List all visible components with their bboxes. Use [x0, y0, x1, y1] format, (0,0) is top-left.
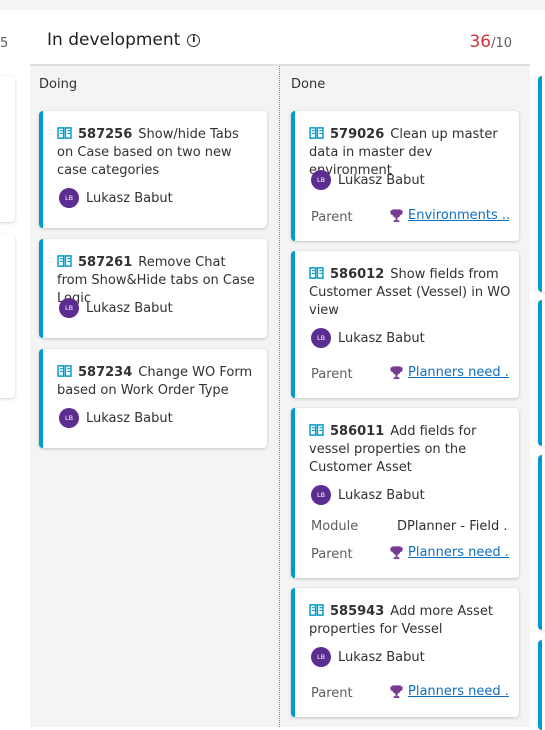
module-label: Module	[311, 519, 359, 534]
work-item-id: 585943	[330, 604, 385, 619]
parent-label: Parent	[311, 686, 353, 701]
work-item-card[interactable]: 587261 Remove Chat from Show&Hide tabs on…	[39, 239, 267, 338]
assignee-name: Lukasz Babut	[86, 190, 173, 206]
work-item-card[interactable]: 587256 Show/hide Tabs on Case based on tw…	[39, 111, 267, 228]
avatar: LB	[59, 298, 79, 318]
previous-column-card[interactable]	[0, 76, 15, 222]
parent-link[interactable]: Planners need ...	[389, 365, 509, 380]
next-column-card[interactable]	[538, 455, 545, 630]
parent-link[interactable]: Environments ...	[389, 208, 509, 223]
previous-column-count: 5	[0, 36, 9, 51]
work-item-card[interactable]: 587234 Change WO Form based on Work Order…	[39, 349, 267, 448]
wip-limit-value: /10	[491, 36, 512, 51]
user-story-icon	[309, 267, 324, 279]
trophy-icon	[390, 546, 403, 560]
wip-limit: 36/10	[469, 32, 512, 52]
assignee-name: Lukasz Babut	[338, 487, 425, 503]
avatar: LB	[311, 328, 331, 348]
parent-link-text[interactable]: Environments ...	[408, 208, 509, 223]
info-icon[interactable]: i	[187, 33, 201, 47]
avatar: LB	[59, 188, 79, 208]
work-item-id: 586011	[330, 424, 385, 439]
user-story-icon	[57, 365, 72, 377]
assignee[interactable]: LB Lukasz Babut	[59, 298, 173, 318]
parent-label: Parent	[311, 547, 353, 562]
trophy-icon	[390, 685, 403, 699]
parent-link-text[interactable]: Planners need ...	[408, 365, 509, 380]
trophy-icon	[390, 209, 403, 223]
parent-link-text[interactable]: Planners need ...	[408, 545, 509, 560]
assignee-name: Lukasz Babut	[338, 330, 425, 346]
avatar: LB	[59, 408, 79, 428]
parent-label: Parent	[311, 367, 353, 382]
next-column-card[interactable]	[538, 300, 545, 446]
work-item-id: 587234	[78, 365, 133, 380]
card-title[interactable]: 586011 Add fields for vessel properties o…	[309, 423, 511, 477]
assignee[interactable]: LB Lukasz Babut	[59, 188, 173, 208]
avatar: LB	[311, 485, 331, 505]
avatar: LB	[311, 170, 331, 190]
column-header: In development i	[47, 30, 201, 50]
work-item-card[interactable]: 585943 Add more Asset properties for Vess…	[291, 588, 519, 717]
parent-link[interactable]: Planners need ...	[389, 545, 509, 560]
user-story-icon	[57, 255, 72, 267]
lane-divider	[279, 66, 280, 727]
card-title[interactable]: 585943 Add more Asset properties for Vess…	[309, 603, 511, 639]
assignee-name: Lukasz Babut	[338, 649, 425, 665]
module-value[interactable]: DPlanner - Field ...	[397, 519, 509, 534]
user-story-icon	[309, 127, 324, 139]
assignee[interactable]: LB Lukasz Babut	[311, 170, 425, 190]
assignee-name: Lukasz Babut	[86, 300, 173, 316]
lane-label-done: Done	[291, 77, 326, 92]
assignee[interactable]: LB Lukasz Babut	[311, 485, 425, 505]
card-title[interactable]: 587234 Change WO Form based on Work Order…	[57, 364, 259, 400]
assignee[interactable]: LB Lukasz Babut	[311, 328, 425, 348]
parent-link[interactable]: Planners need ...	[389, 684, 509, 699]
assignee[interactable]: LB Lukasz Babut	[59, 408, 173, 428]
card-title[interactable]: 586012 Show fields from Customer Asset (V…	[309, 266, 511, 320]
column-title: In development	[47, 30, 181, 50]
work-item-card[interactable]: 586011 Add fields for vessel properties o…	[291, 408, 519, 578]
lane-label-doing: Doing	[39, 77, 78, 92]
assignee-name: Lukasz Babut	[86, 410, 173, 426]
trophy-icon	[390, 366, 403, 380]
card-title[interactable]: 587256 Show/hide Tabs on Case based on tw…	[57, 126, 259, 180]
work-item-id: 586012	[330, 267, 385, 282]
user-story-icon	[309, 424, 324, 436]
avatar: LB	[311, 647, 331, 667]
work-item-id: 587256	[78, 127, 133, 142]
work-item-card[interactable]: 579026 Clean up master data in master dev…	[291, 111, 519, 241]
parent-label: Parent	[311, 210, 353, 225]
work-item-card[interactable]: 586012 Show fields from Customer Asset (V…	[291, 251, 519, 398]
user-story-icon	[309, 604, 324, 616]
top-strip	[0, 0, 545, 10]
parent-link-text[interactable]: Planners need ...	[408, 684, 509, 699]
work-item-id: 587261	[78, 255, 133, 270]
assignee-name: Lukasz Babut	[338, 172, 425, 188]
wip-current-count: 36	[469, 32, 492, 52]
next-column-card[interactable]	[538, 640, 545, 730]
work-item-id: 579026	[330, 127, 385, 142]
assignee[interactable]: LB Lukasz Babut	[311, 647, 425, 667]
next-column-card[interactable]	[538, 76, 545, 292]
user-story-icon	[57, 127, 72, 139]
previous-column-card[interactable]	[0, 234, 15, 398]
